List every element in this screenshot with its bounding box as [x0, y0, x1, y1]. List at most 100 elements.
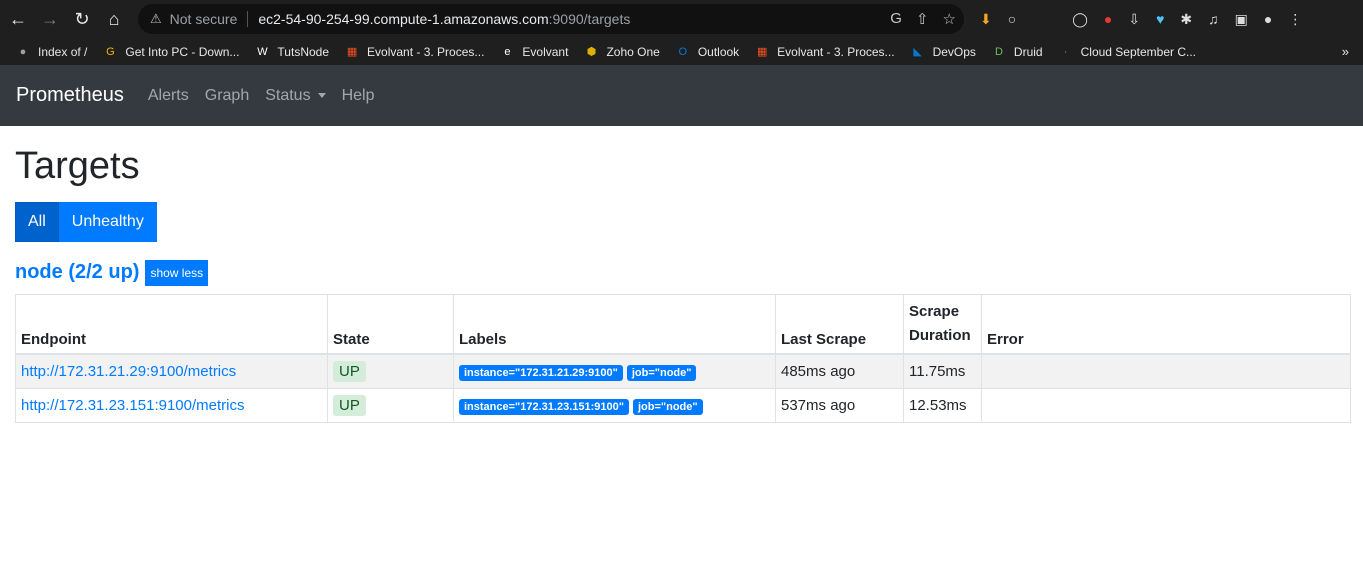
- bookmark-item[interactable]: ◣ DevOps: [911, 45, 976, 59]
- endpoint-cell: http://172.31.21.29:9100/metrics: [15, 353, 328, 389]
- zoho-icon: ⬢: [586, 46, 597, 58]
- filter-button-group: All Unhealthy: [15, 201, 1351, 242]
- bookmark-label: Zoho One: [606, 44, 660, 59]
- bookmark-label: Evolvant - 3. Proces...: [367, 44, 485, 59]
- table-header-row: Endpoint State Labels Last Scrape Scrape…: [15, 293, 1351, 355]
- extension-icon[interactable]: ○: [1008, 11, 1016, 27]
- last-scrape-cell: 485ms ago: [775, 353, 904, 389]
- google-lens-icon[interactable]: G: [890, 10, 902, 28]
- address-bar[interactable]: ⚠ Not secure ec2-54-90-254-99.compute-1.…: [138, 4, 964, 34]
- bookmark-label: DevOps: [932, 44, 976, 59]
- nav-help[interactable]: Help: [342, 87, 375, 105]
- header-labels: Labels: [453, 293, 776, 355]
- filter-unhealthy-button[interactable]: Unhealthy: [58, 201, 157, 242]
- bookmark-label: Index of /: [38, 44, 88, 59]
- bookmark-item[interactable]: ⬢ Zoho One: [584, 44, 660, 59]
- media-control-icon[interactable]: ♫: [1208, 11, 1219, 27]
- home-icon[interactable]: ⌂: [100, 5, 128, 33]
- brand-logo[interactable]: Prometheus: [16, 84, 124, 107]
- bookmark-item[interactable]: O Outlook: [676, 44, 740, 59]
- filter-all-button[interactable]: All: [15, 201, 59, 242]
- e-icon: e: [504, 45, 511, 58]
- shield-extension-icon[interactable]: ◯: [1072, 11, 1088, 28]
- divider: [247, 11, 249, 27]
- header-error: Error: [981, 293, 1351, 355]
- error-cell: [981, 353, 1351, 389]
- nav-graph[interactable]: Graph: [205, 87, 249, 105]
- devops-icon: ◣: [913, 46, 922, 58]
- back-arrow-icon[interactable]: ←: [4, 5, 32, 33]
- labels-cell: instance="172.31.23.151:9100" job="node": [453, 387, 776, 423]
- page-title: Targets: [15, 145, 140, 187]
- label-badge: job="node": [626, 364, 697, 381]
- table-row: http://172.31.21.29:9100/metrics UP inst…: [15, 353, 1351, 389]
- druid-icon: D: [994, 45, 1003, 58]
- heart-extension-icon[interactable]: ♥: [1156, 11, 1164, 27]
- bookmark-label: TutsNode: [277, 44, 330, 59]
- job-header: node (2/2 up) show less: [15, 259, 1351, 286]
- bookmark-item[interactable]: G Get Into PC - Down...: [103, 45, 239, 59]
- header-endpoint: Endpoint: [15, 293, 328, 355]
- header-last-scrape: Last Scrape: [775, 293, 904, 355]
- bookmark-item[interactable]: e Evolvant: [500, 45, 568, 59]
- reload-icon[interactable]: ↻: [68, 5, 96, 33]
- g-icon: G: [106, 45, 115, 58]
- status-badge: UP: [333, 394, 366, 416]
- nav-status-label: Status: [265, 86, 311, 104]
- star-icon[interactable]: ☆: [943, 10, 956, 28]
- table-row: http://172.31.23.151:9100/metrics UP ins…: [15, 387, 1351, 423]
- job-title-link[interactable]: node (2/2 up): [15, 261, 139, 284]
- ms-icon: ▦: [756, 46, 768, 58]
- main-content: Targets All Unhealthy node (2/2 up) show…: [0, 145, 1363, 423]
- scrape-duration-cell: 12.53ms: [903, 387, 982, 423]
- endpoint-link[interactable]: http://172.31.21.29:9100/metrics: [21, 363, 236, 380]
- label-badge: instance="172.31.23.151:9100": [459, 398, 629, 415]
- download-icon[interactable]: ⇩: [1128, 11, 1140, 28]
- nav-alerts[interactable]: Alerts: [148, 87, 189, 105]
- bookmark-label: Cloud September C...: [1080, 44, 1196, 59]
- forward-arrow-icon[interactable]: →: [36, 5, 64, 33]
- bookmark-item[interactable]: · Cloud September C...: [1059, 45, 1196, 59]
- chevron-down-icon: [317, 93, 326, 98]
- scrape-duration-cell: 11.75ms: [903, 353, 982, 389]
- ms-icon: ▦: [346, 46, 358, 58]
- show-less-button[interactable]: show less: [145, 259, 209, 286]
- bookmarks-bar: ● Index of / G Get Into PC - Down... W TutsNo…: [0, 38, 1363, 65]
- not-secure-label[interactable]: Not secure: [170, 11, 238, 27]
- menu-dots-icon[interactable]: ⋮: [1288, 11, 1302, 28]
- label-badge: job="node": [632, 398, 703, 415]
- doc-icon: ·: [1063, 45, 1068, 58]
- bookmark-label: Outlook: [697, 44, 740, 59]
- download-extension-icon[interactable]: ⬇: [980, 11, 992, 28]
- nav-status[interactable]: Status: [265, 86, 326, 105]
- state-cell: UP: [327, 387, 454, 423]
- endpoint-cell: http://172.31.23.151:9100/metrics: [15, 387, 328, 423]
- labels-cell: instance="172.31.21.29:9100" job="node": [453, 353, 776, 389]
- label-badge: instance="172.31.21.29:9100": [459, 364, 623, 381]
- adblock-icon[interactable]: ●: [1104, 11, 1112, 27]
- outlook-icon: O: [678, 45, 688, 58]
- endpoint-link[interactable]: http://172.31.23.151:9100/metrics: [21, 397, 244, 414]
- bookmark-item[interactable]: W TutsNode: [255, 45, 329, 59]
- share-icon[interactable]: ⇧: [916, 10, 929, 28]
- warning-icon[interactable]: ⚠: [150, 11, 162, 27]
- bookmark-item[interactable]: ▦ Evolvant - 3. Proces...: [345, 44, 485, 59]
- error-cell: [981, 387, 1351, 423]
- state-cell: UP: [327, 353, 454, 389]
- header-state: State: [327, 293, 454, 355]
- bookmarks-overflow-icon[interactable]: »: [1342, 44, 1349, 59]
- url-path[interactable]: :9090/targets: [549, 11, 631, 27]
- url-host[interactable]: ec2-54-90-254-99.compute-1.amazonaws.com: [258, 11, 548, 27]
- targets-table: Endpoint State Labels Last Scrape Scrape…: [15, 293, 1351, 423]
- puzzle-extensions-icon[interactable]: ✱: [1180, 11, 1192, 28]
- bookmark-item[interactable]: ● Index of /: [16, 44, 88, 59]
- top-navbar: Prometheus Alerts Graph Status Help: [0, 65, 1363, 126]
- bookmark-item[interactable]: D Druid: [992, 45, 1043, 59]
- bookmark-label: Druid: [1013, 44, 1043, 59]
- bookmark-label: Evolvant - 3. Proces...: [777, 44, 895, 59]
- wordpress-icon: W: [257, 45, 268, 58]
- avatar[interactable]: ●: [1264, 11, 1272, 27]
- bookmark-item[interactable]: ▦ Evolvant - 3. Proces...: [755, 44, 895, 59]
- side-panel-icon[interactable]: ▣: [1235, 11, 1248, 28]
- status-badge: UP: [333, 360, 366, 382]
